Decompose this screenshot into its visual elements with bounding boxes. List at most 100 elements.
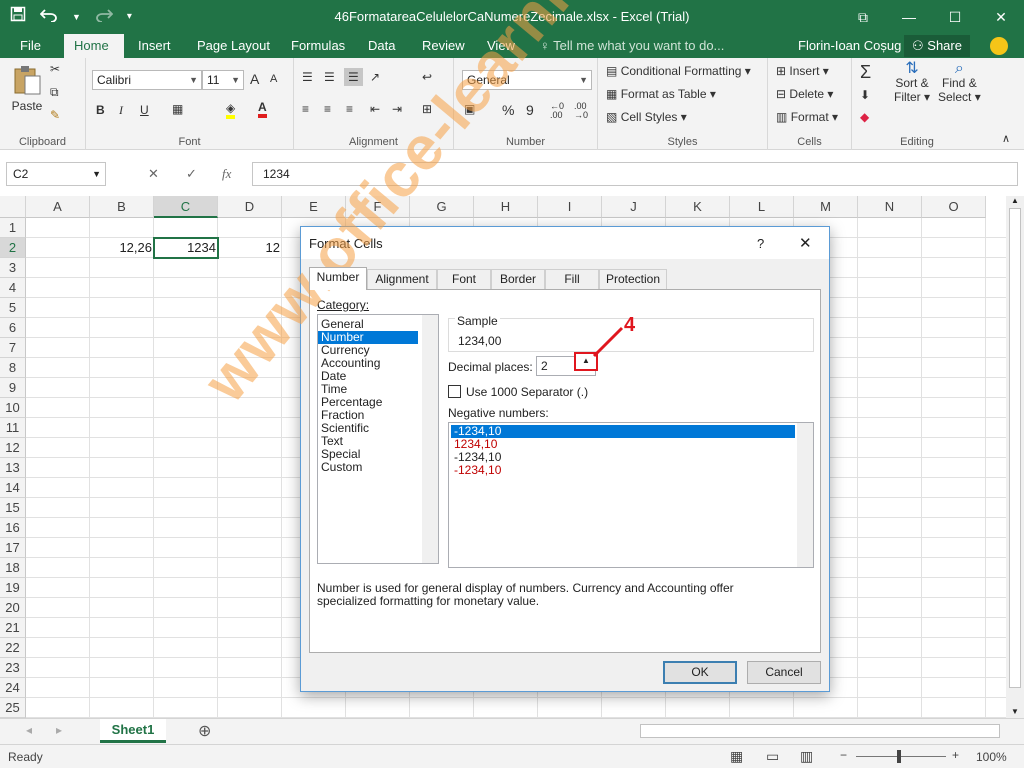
page-break-view-icon[interactable]: ▥ [800, 748, 813, 765]
negative-numbers-list[interactable]: -1234,10 1234,10 -1234,10 -1234,10 [448, 422, 814, 568]
cancel-entry-icon[interactable]: ✕ [148, 166, 159, 182]
minimize-icon[interactable]: — [886, 0, 932, 34]
format-as-table-button[interactable]: ▦ Format as Table ▾ [606, 87, 716, 101]
column-header-c[interactable]: C [154, 196, 218, 218]
zoom-out-icon[interactable]: − [840, 748, 847, 762]
italic-button[interactable]: I [119, 103, 123, 118]
column-header-f[interactable]: F [346, 196, 410, 218]
column-header-k[interactable]: K [666, 196, 730, 218]
conditional-formatting-button[interactable]: ▤ Conditional Formatting ▾ [606, 64, 751, 78]
category-scrollbar[interactable] [422, 315, 438, 563]
new-sheet-icon[interactable]: ⊕ [198, 721, 211, 741]
smiley-feedback-icon[interactable] [990, 37, 1008, 55]
accounting-format-icon[interactable]: ▣ [464, 102, 475, 116]
tab-view[interactable]: View [477, 34, 525, 58]
font-name-select[interactable]: Calibri ▼ [92, 70, 202, 90]
paste-button[interactable]: Paste [10, 64, 44, 113]
row-header-17[interactable]: 17 [0, 538, 26, 558]
select-all-corner[interactable] [0, 196, 26, 218]
name-box[interactable]: C2 ▼ [6, 162, 106, 186]
user-name[interactable]: Florin-Ioan Coșug [798, 34, 901, 58]
cell-b2[interactable]: 12,26 [90, 238, 154, 258]
cancel-button[interactable]: Cancel [747, 661, 821, 684]
column-header-h[interactable]: H [474, 196, 538, 218]
category-list[interactable]: General Number Currency Accounting Date Time P… [317, 314, 439, 564]
format-cells-button[interactable]: ▥ Format ▾ [776, 110, 838, 124]
cell-styles-button[interactable]: ▧ Cell Styles ▾ [606, 110, 687, 124]
column-header-o[interactable]: O [922, 196, 986, 218]
row-header-20[interactable]: 20 [0, 598, 26, 618]
zoom-level[interactable]: 100% [976, 750, 1007, 764]
fill-icon[interactable]: ⬇ [860, 88, 870, 102]
increase-indent-icon[interactable]: ⇥ [392, 102, 402, 116]
find-select-button[interactable]: ⌕ Find & Select ▾ [938, 61, 981, 105]
sort-filter-button[interactable]: ⇅ Sort & Filter ▾ [894, 61, 930, 105]
zoom-in-icon[interactable]: + [952, 748, 959, 762]
column-header-j[interactable]: J [602, 196, 666, 218]
row-header-9[interactable]: 9 [0, 378, 26, 398]
zoom-slider-thumb[interactable] [897, 750, 901, 763]
ok-button[interactable]: OK [663, 661, 737, 684]
row-header-15[interactable]: 15 [0, 498, 26, 518]
comma-style-button[interactable]: 9 [526, 102, 534, 118]
row-header-8[interactable]: 8 [0, 358, 26, 378]
insert-function-icon[interactable]: fx [222, 166, 231, 182]
negative-format-option[interactable]: -1234,10 [451, 464, 795, 477]
tab-review[interactable]: Review [412, 34, 475, 58]
category-item-custom[interactable]: Custom [318, 461, 418, 474]
confirm-entry-icon[interactable]: ✓ [186, 166, 197, 182]
row-header-25[interactable]: 25 [0, 698, 26, 718]
align-center-icon[interactable]: ≡ [324, 102, 331, 116]
thousand-separator-checkbox[interactable] [448, 385, 461, 398]
borders-icon[interactable]: ▦ [172, 102, 183, 116]
wrap-text-icon[interactable]: ↩ [422, 70, 432, 84]
tab-file[interactable]: File [10, 34, 51, 58]
dialog-close-icon[interactable]: ✕ [799, 234, 812, 252]
tab-font[interactable]: Font [437, 269, 491, 289]
zoom-slider[interactable] [856, 756, 946, 757]
fill-color-icon[interactable]: ◈ [226, 101, 236, 119]
format-painter-icon[interactable]: ✎ [50, 108, 60, 122]
row-header-14[interactable]: 14 [0, 478, 26, 498]
negative-format-option[interactable]: -1234,10 [451, 451, 795, 464]
shrink-font-button[interactable]: A [270, 73, 277, 85]
tab-insert[interactable]: Insert [128, 34, 181, 58]
tab-page-layout[interactable]: Page Layout [187, 34, 280, 58]
row-header-18[interactable]: 18 [0, 558, 26, 578]
sheet-tab-sheet1[interactable]: Sheet1 [100, 719, 166, 743]
grow-font-button[interactable]: A [250, 71, 259, 87]
row-header-12[interactable]: 12 [0, 438, 26, 458]
row-header-7[interactable]: 7 [0, 338, 26, 358]
row-header-5[interactable]: 5 [0, 298, 26, 318]
underline-button[interactable]: U [140, 103, 149, 117]
column-header-b[interactable]: B [90, 196, 154, 218]
tell-me-box[interactable]: ♀ Tell me what you want to do... [540, 34, 724, 58]
tab-border[interactable]: Border [491, 269, 545, 289]
column-header-m[interactable]: M [794, 196, 858, 218]
tab-fill[interactable]: Fill [545, 269, 599, 289]
column-header-a[interactable]: A [26, 196, 90, 218]
normal-view-icon[interactable]: ▦ [730, 748, 743, 765]
cut-icon[interactable]: ✂ [50, 62, 60, 76]
column-header-g[interactable]: G [410, 196, 474, 218]
scroll-down-icon[interactable]: ▼ [1011, 707, 1019, 716]
decrease-indent-icon[interactable]: ⇤ [370, 102, 380, 116]
column-header-i[interactable]: I [538, 196, 602, 218]
row-header-6[interactable]: 6 [0, 318, 26, 338]
insert-cells-button[interactable]: ⊞ Insert ▾ [776, 64, 829, 78]
row-header-23[interactable]: 23 [0, 658, 26, 678]
close-icon[interactable]: ✕ [978, 0, 1024, 34]
align-left-icon[interactable]: ≡ [302, 102, 309, 116]
vertical-scrollbar[interactable]: ▲ ▼ [1006, 196, 1024, 718]
align-right-icon[interactable]: ≡ [346, 102, 353, 116]
align-middle-icon[interactable]: ☰ [324, 70, 335, 84]
orientation-icon[interactable]: ↗ [370, 70, 380, 84]
row-header-24[interactable]: 24 [0, 678, 26, 698]
prev-sheet-icon[interactable]: ◂ [26, 723, 32, 737]
column-header-d[interactable]: D [218, 196, 282, 218]
formula-input[interactable]: 1234 [252, 162, 1018, 186]
help-button[interactable]: ? [757, 236, 764, 251]
scroll-up-icon[interactable]: ▲ [1011, 196, 1019, 205]
row-header-22[interactable]: 22 [0, 638, 26, 658]
collapse-ribbon-icon[interactable]: ∧ [1002, 132, 1010, 145]
